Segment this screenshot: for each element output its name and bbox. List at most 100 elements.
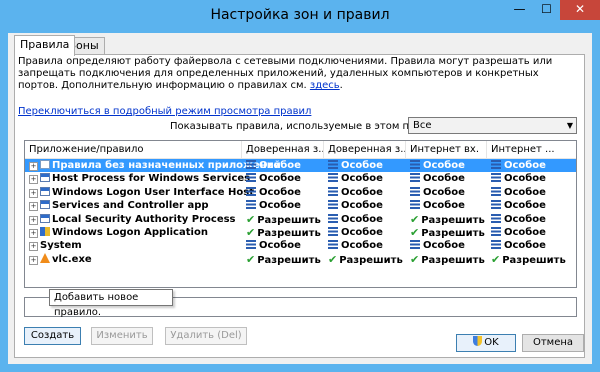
- settings-window: Настройка зон и правил — ☐ ✕ Правила Зон…: [0, 0, 600, 372]
- zone-cell[interactable]: Особое: [491, 172, 546, 185]
- table-row[interactable]: + Services and Controller app Особое Особое…: [25, 199, 576, 212]
- custom-rule-icon: [246, 240, 256, 250]
- create-button[interactable]: Создать: [24, 327, 81, 345]
- zone-cell[interactable]: Особое: [491, 239, 546, 252]
- checkmark-icon: ✔: [410, 226, 420, 239]
- checkmark-icon: ✔: [246, 212, 256, 226]
- zone-cell[interactable]: Особое: [246, 199, 301, 212]
- rules-table[interactable]: Приложение/правило Доверенная з... Довер…: [24, 140, 577, 288]
- column-header-internet-in[interactable]: Интернет вх.: [406, 141, 487, 158]
- tab-rules[interactable]: Правила: [14, 35, 76, 56]
- expand-icon[interactable]: +: [29, 162, 38, 171]
- app-name: vlc.exe: [52, 253, 92, 265]
- zone-cell[interactable]: ✔ Разрешить: [246, 213, 321, 226]
- zone-value: Особое: [423, 160, 465, 171]
- table-row[interactable]: + Правила без назначенных приложений Особо…: [25, 159, 576, 172]
- zone-cell[interactable]: Особое: [328, 226, 383, 239]
- rule-icon: [40, 160, 50, 169]
- app-name: System: [40, 240, 82, 252]
- zone-cell[interactable]: ✔ Разрешить: [410, 213, 485, 226]
- zone-cell[interactable]: Особое: [246, 186, 301, 199]
- zone-cell[interactable]: ✔ Разрешить: [328, 253, 403, 266]
- zone-cell[interactable]: Особое: [246, 159, 301, 172]
- expand-icon[interactable]: +: [29, 175, 38, 185]
- table-row[interactable]: + Windows Logon User Interface Host Особое…: [25, 186, 576, 199]
- zone-cell[interactable]: Особое: [410, 186, 465, 199]
- zone-value: Особое: [341, 200, 383, 212]
- column-header-trusted-1[interactable]: Доверенная з...: [242, 141, 324, 158]
- expand-icon[interactable]: +: [29, 188, 38, 198]
- table-row[interactable]: + Local Security Authority Process ✔ Разреш…: [25, 213, 576, 226]
- column-header-app[interactable]: Приложение/правило: [25, 141, 242, 158]
- zone-value: Особое: [259, 200, 301, 212]
- zone-cell[interactable]: ✔ Разрешить: [410, 226, 485, 239]
- custom-rule-icon: [491, 186, 501, 196]
- zone-cell[interactable]: Особое: [328, 172, 383, 185]
- window-app-icon: [40, 200, 50, 210]
- zone-cell[interactable]: Особое: [328, 213, 383, 226]
- zone-value: Особое: [504, 240, 546, 252]
- title-bar[interactable]: Настройка зон и правил — ☐ ✕: [0, 0, 600, 33]
- app-cell: + Local Security Authority Process: [29, 213, 236, 226]
- zone-cell[interactable]: ✔ Разрешить: [246, 226, 321, 239]
- profile-select[interactable]: Все ▼: [408, 117, 577, 134]
- zone-value: Особое: [259, 173, 301, 185]
- zone-cell[interactable]: Особое: [328, 159, 383, 172]
- column-header-internet-out[interactable]: Интернет ...: [487, 141, 576, 158]
- ok-button[interactable]: OK: [456, 334, 516, 352]
- custom-rule-icon: [328, 160, 338, 169]
- here-link[interactable]: здесь: [310, 80, 340, 91]
- column-header-trusted-2[interactable]: Доверенная з...: [324, 141, 406, 158]
- zone-cell[interactable]: Особое: [491, 199, 546, 212]
- maximize-button[interactable]: ☐: [533, 0, 560, 20]
- zone-cell[interactable]: Особое: [491, 159, 546, 172]
- custom-rule-icon: [328, 186, 338, 196]
- shield-app-icon: [40, 227, 50, 236]
- custom-rule-icon: [491, 173, 501, 183]
- app-cell: + Правила без назначенных приложений: [29, 159, 281, 172]
- custom-rule-icon: [491, 160, 501, 169]
- expand-icon[interactable]: +: [29, 242, 38, 252]
- custom-rule-icon: [410, 240, 420, 250]
- minimize-button[interactable]: —: [506, 0, 533, 20]
- table-row[interactable]: + vlc.exe ✔ Разрешить ✔ Разрешить ✔ Разрешить ✔ Р…: [25, 252, 576, 266]
- zone-cell[interactable]: Особое: [246, 172, 301, 185]
- expand-icon[interactable]: +: [29, 229, 38, 238]
- app-name: Host Process for Windows Services: [52, 173, 251, 185]
- zone-value: Особое: [259, 240, 301, 252]
- custom-rule-icon: [491, 213, 501, 223]
- close-button[interactable]: ✕: [560, 0, 600, 20]
- expand-icon[interactable]: +: [29, 215, 38, 225]
- zone-cell[interactable]: Особое: [328, 239, 383, 252]
- zone-cell[interactable]: Особое: [410, 159, 465, 172]
- zone-value: Разрешить: [257, 214, 321, 226]
- zone-cell[interactable]: Особое: [410, 239, 465, 252]
- zone-cell[interactable]: Особое: [410, 172, 465, 185]
- cancel-button[interactable]: Отмена: [522, 334, 584, 352]
- custom-rule-icon: [328, 173, 338, 183]
- checkmark-icon: ✔: [491, 252, 501, 266]
- delete-button[interactable]: Удалить (Del): [165, 327, 247, 345]
- zone-cell[interactable]: ✔ Разрешить: [410, 253, 485, 266]
- expand-icon[interactable]: +: [29, 202, 38, 212]
- zone-cell[interactable]: Особое: [328, 186, 383, 199]
- app-cell: + Windows Logon Application: [29, 226, 208, 239]
- table-row[interactable]: + Host Process for Windows Services Особое…: [25, 172, 576, 185]
- expand-icon[interactable]: +: [29, 255, 38, 265]
- detailed-mode-link[interactable]: Переключиться в подробный режим просмотр…: [18, 106, 311, 117]
- zone-cell[interactable]: Особое: [246, 239, 301, 252]
- zone-cell[interactable]: Особое: [328, 199, 383, 212]
- table-row[interactable]: + System Особое Особое Особое Особое: [25, 239, 576, 252]
- table-row[interactable]: + Windows Logon Application ✔ Разрешить Особ…: [25, 226, 576, 239]
- zone-cell[interactable]: Особое: [410, 199, 465, 212]
- zone-cell[interactable]: ✔ Разрешить: [491, 253, 566, 266]
- zone-value: Разрешить: [421, 214, 485, 226]
- zone-cell[interactable]: Особое: [491, 213, 546, 226]
- zone-cell[interactable]: ✔ Разрешить: [246, 253, 321, 266]
- zone-value: Разрешить: [421, 254, 485, 266]
- custom-rule-icon: [246, 200, 256, 210]
- zone-cell[interactable]: Особое: [491, 226, 546, 239]
- zone-cell[interactable]: Особое: [491, 186, 546, 199]
- zone-value: Особое: [423, 240, 465, 252]
- edit-button[interactable]: Изменить: [91, 327, 153, 345]
